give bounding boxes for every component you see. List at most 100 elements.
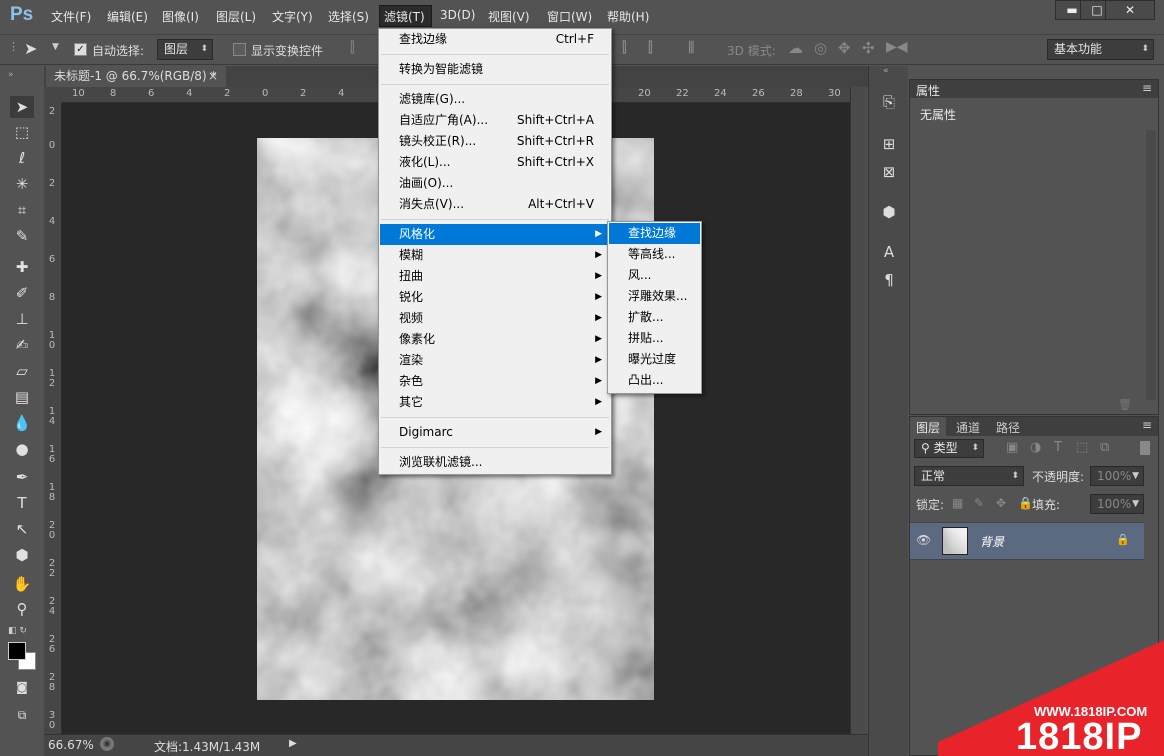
lock-transparent-icon[interactable]: ▦ <box>952 496 963 510</box>
filter-smart-icon[interactable]: ⧉ <box>1100 440 1109 455</box>
eraser-icon[interactable]: ▱ <box>10 360 34 382</box>
brush-tool-icon[interactable]: ✐ <box>10 282 34 304</box>
layer-name[interactable]: 背景 <box>980 533 1004 550</box>
filter-menu-item[interactable]: 像素化 ▶ <box>380 329 610 350</box>
filter-type-dropdown[interactable]: ⚲ 类型 ⬍ <box>914 439 984 458</box>
menu-filter[interactable]: 滤镜(T) <box>384 8 425 25</box>
path-select-icon[interactable]: ↖ <box>10 518 34 540</box>
menu-view[interactable]: 视图(V) <box>488 8 530 25</box>
history-brush-icon[interactable]: ✍ <box>10 334 34 356</box>
status-info-icon[interactable]: ◉ <box>100 737 114 751</box>
pen-tool-icon[interactable]: ✒ <box>10 466 34 488</box>
submenu-item-find-edges[interactable]: 查找边缘 <box>609 223 700 244</box>
rotate-3d-icon[interactable]: ☁ <box>788 39 803 57</box>
submenu-item[interactable]: 凸出... <box>609 370 700 391</box>
panel-menu-icon[interactable]: ≡ <box>1142 81 1152 95</box>
submenu-item[interactable]: 拼贴... <box>609 328 700 349</box>
blur-tool-icon[interactable]: 💧 <box>10 412 34 434</box>
slide-3d-icon[interactable]: ✣ <box>862 39 875 57</box>
menu-image[interactable]: 图像(I) <box>162 8 199 25</box>
submenu-item[interactable]: 等高线... <box>609 244 700 265</box>
gradient-tool-icon[interactable]: ▤ <box>10 386 34 408</box>
distribute-icon-2[interactable]: ⫿ <box>648 40 652 56</box>
type-tool-icon[interactable]: T <box>10 492 34 514</box>
filter-menu-item[interactable]: 液化(L)... Shift+Ctrl+X <box>380 152 610 173</box>
filter-menu-item[interactable]: 杂色 ▶ <box>380 371 610 392</box>
lock-paint-icon[interactable]: ✎ <box>974 496 984 510</box>
filter-toggle[interactable] <box>1140 441 1150 455</box>
filter-menu-item[interactable]: 扭曲 ▶ <box>380 266 610 287</box>
lock-position-icon[interactable]: ✥ <box>996 496 1006 510</box>
blend-mode-dropdown[interactable]: 正常 ⬍ <box>914 466 1024 486</box>
crop-tool-icon[interactable]: ⌗ <box>10 199 34 221</box>
filter-menu-item[interactable]: 锐化 ▶ <box>380 287 610 308</box>
scale-3d-icon[interactable]: ▶◀ <box>886 39 908 55</box>
styles-icon[interactable]: ⊠ <box>879 162 899 182</box>
quick-mask-icon[interactable]: ◙ <box>10 676 34 698</box>
menu-select[interactable]: 选择(S) <box>328 8 369 25</box>
filter-menu-item[interactable]: 自适应广角(A)... Shift+Ctrl+A <box>380 110 610 131</box>
shape-tool-icon[interactable]: ⬢ <box>10 544 34 566</box>
menu-type[interactable]: 文字(Y) <box>272 8 313 25</box>
filter-menu-item[interactable]: 模糊 ▶ <box>380 245 610 266</box>
dodge-tool-icon[interactable]: ● <box>10 438 34 460</box>
filter-menu-item[interactable]: 转换为智能滤镜 <box>380 59 610 80</box>
lock-all-icon[interactable]: 🔒 <box>1018 496 1033 510</box>
move-tool-icon[interactable]: ➤ <box>10 96 34 118</box>
align-icon[interactable]: ⫿ <box>350 40 354 56</box>
fill-input[interactable]: 100% ▼ <box>1090 494 1144 514</box>
filter-adjust-icon[interactable]: ◑ <box>1030 440 1041 455</box>
show-transform-checkbox[interactable] <box>233 43 246 56</box>
filter-pixel-icon[interactable]: ▣ <box>1006 440 1018 455</box>
visibility-eye-icon[interactable]: 👁 <box>916 533 931 547</box>
stamp-tool-icon[interactable]: ⊥ <box>10 308 34 330</box>
menu-file[interactable]: 文件(F) <box>51 8 91 25</box>
status-menu-arrow-icon[interactable]: ▶ <box>289 738 297 749</box>
magic-wand-icon[interactable]: ✳ <box>10 173 34 195</box>
filter-menu-item[interactable]: 渲染 ▶ <box>380 350 610 371</box>
filter-type-icon[interactable]: T <box>1054 440 1062 455</box>
filter-menu-item[interactable]: 浏览联机滤镜... <box>380 452 610 473</box>
filter-menu-item[interactable]: 视频 ▶ <box>380 308 610 329</box>
default-colors-icon[interactable]: ◧ ↻ <box>8 626 27 636</box>
submenu-item[interactable]: 扩散... <box>609 307 700 328</box>
auto-select-checkbox[interactable]: ✓ <box>74 43 87 56</box>
filter-menu-item[interactable]: 油画(O)... <box>380 173 610 194</box>
collapse-icon[interactable]: » <box>8 70 14 80</box>
roll-3d-icon[interactable]: ◎ <box>814 39 827 57</box>
3d-cube-icon[interactable]: ⬢ <box>879 202 899 222</box>
filter-menu-item-stylize[interactable]: 风格化 ▶ <box>380 224 610 245</box>
opacity-input[interactable]: 100% ▼ <box>1090 466 1144 486</box>
close-button[interactable]: ✕ <box>1105 0 1155 20</box>
filter-menu-item[interactable]: 镜头校正(R)... Shift+Ctrl+R <box>380 131 610 152</box>
properties-scrollbar[interactable] <box>1146 130 1156 400</box>
hand-tool-icon[interactable]: ✋ <box>10 573 34 595</box>
paragraph-icon[interactable]: ¶ <box>879 270 899 290</box>
tab-channels[interactable]: 通道 <box>956 419 980 436</box>
eyedropper-icon[interactable]: ✎ <box>10 225 34 247</box>
healing-brush-icon[interactable]: ✚ <box>10 256 34 278</box>
filter-menu-item[interactable]: 查找边缘 Ctrl+F <box>380 29 610 50</box>
character-icon[interactable]: A <box>879 242 899 262</box>
trash-icon[interactable]: 🗑 <box>1118 398 1132 411</box>
menu-window[interactable]: 窗口(W) <box>547 8 592 25</box>
submenu-item[interactable]: 浮雕效果... <box>609 286 700 307</box>
lasso-tool-icon[interactable]: ℓ <box>10 147 34 169</box>
panel-menu-icon[interactable]: ≡ <box>1142 418 1152 432</box>
layer-row[interactable]: 👁 背景 🔒 <box>910 522 1144 560</box>
close-tab-icon[interactable]: × <box>208 66 218 87</box>
move-tool-icon[interactable]: ➤ <box>24 39 37 58</box>
tab-layers[interactable]: 图层 <box>910 417 947 436</box>
collapse-icon[interactable]: « <box>883 66 889 76</box>
menu-help[interactable]: 帮助(H) <box>607 8 649 25</box>
zoom-level[interactable]: 66.67% <box>48 738 94 752</box>
vertical-scrollbar[interactable] <box>850 87 867 734</box>
auto-select-dropdown[interactable]: 图层 ⬍ <box>157 39 213 60</box>
history-icon[interactable]: ⎘ <box>879 92 899 112</box>
marquee-tool-icon[interactable]: ⬚ <box>10 121 34 143</box>
zoom-tool-icon[interactable]: ⚲ <box>10 598 34 620</box>
menu-edit[interactable]: 编辑(E) <box>107 8 148 25</box>
screen-mode-icon[interactable]: ⧉ <box>10 704 34 726</box>
filter-menu-item[interactable]: 滤镜库(G)... <box>380 89 610 110</box>
foreground-color-swatch[interactable] <box>8 642 26 660</box>
